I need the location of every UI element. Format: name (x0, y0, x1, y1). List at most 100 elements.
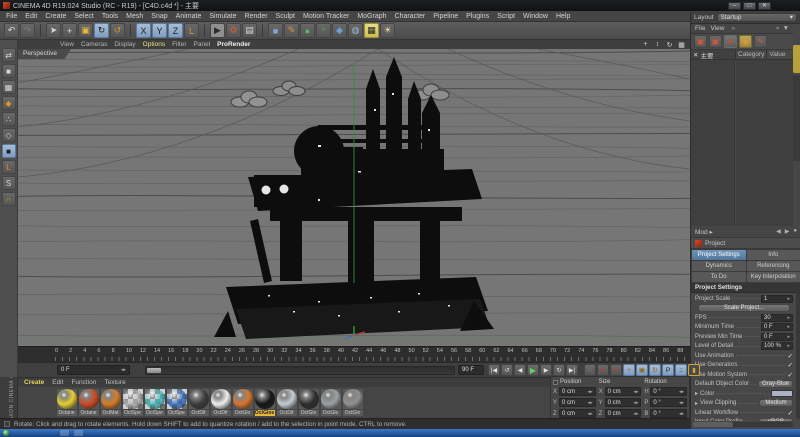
texture-mode-icon[interactable]: ▦ (2, 80, 16, 94)
key-pla-toggle[interactable]: :: (675, 364, 687, 376)
menu-select[interactable]: Select (73, 13, 94, 20)
menu-edit[interactable]: Edit (24, 13, 38, 20)
viewport-menu-panel[interactable]: Panel (194, 41, 211, 48)
take-menu-file[interactable]: File (695, 25, 705, 32)
timeline-slider-handle[interactable] (147, 368, 161, 373)
material-item[interactable]: Octane (56, 389, 77, 416)
new-take-icon[interactable]: ▣ (709, 35, 722, 48)
attribute-hscrollbar[interactable] (693, 422, 793, 427)
render-queue-icon[interactable]: ▤ (242, 23, 257, 38)
material-thumbnail[interactable] (79, 389, 99, 409)
coord-value-field[interactable]: 0 cm◂▸ (559, 409, 596, 418)
material-thumbnail[interactable] (123, 389, 143, 409)
chevron-right-icon[interactable]: ▸ (695, 400, 698, 407)
material-item[interactable]: OctDif (210, 389, 231, 416)
material-thumbnail[interactable] (101, 389, 121, 409)
environment-icon[interactable]: ◍ (348, 23, 363, 38)
menu-motion-tracker[interactable]: Motion Tracker (302, 13, 350, 20)
material-item[interactable]: OctSpe (144, 389, 165, 416)
search-icon[interactable]: ⌕ (776, 25, 780, 33)
material-thumbnail[interactable] (145, 389, 165, 409)
pan-view-icon[interactable]: + (641, 41, 650, 49)
checkbox-checked[interactable]: ✓ (788, 409, 793, 417)
take-menu-view[interactable]: View (710, 25, 724, 32)
take-icon[interactable]: ▣ (694, 35, 707, 48)
field-button-medium[interactable]: Medium (759, 399, 793, 407)
viewport-menu-display[interactable]: Display (114, 41, 135, 48)
render-view-icon[interactable]: ▶ (210, 23, 225, 38)
render-settings-icon[interactable]: ⚙ (226, 23, 241, 38)
column-category[interactable]: Category (735, 50, 766, 59)
magnet-snap-icon[interactable]: ∩ (2, 192, 16, 206)
coord-value-field[interactable]: 0 cm◂▸ (605, 387, 642, 396)
filter-icon[interactable]: ▼ (783, 25, 789, 33)
chevron-right-icon[interactable]: ▸ (695, 390, 698, 397)
close-icon[interactable]: ✕ (693, 51, 698, 59)
coord-value-field[interactable]: 0 °◂▸ (650, 398, 687, 407)
lock-z-axis-icon[interactable]: Z (168, 23, 183, 38)
material-item[interactable]: OctDif (276, 389, 297, 416)
enable-snap-icon[interactable]: S (2, 176, 16, 190)
material-thumbnail[interactable] (321, 389, 341, 409)
menu-help[interactable]: Help (555, 13, 571, 20)
viewport-menu-cameras[interactable]: Cameras (81, 41, 107, 48)
layout-select[interactable]: Startup ▾ (717, 13, 797, 22)
tab-referencing[interactable]: Referencing (747, 261, 800, 271)
material-item[interactable]: OctGlos (254, 389, 275, 416)
checkbox-checked[interactable]: ✓ (788, 361, 793, 369)
menu-render[interactable]: Render (244, 13, 269, 20)
minimize-button[interactable]: – (728, 2, 741, 10)
viewport-menu-options[interactable]: Options (143, 41, 165, 48)
lock-icon[interactable]: ● (793, 228, 797, 235)
coord-value-field[interactable]: 0 cm◂▸ (605, 398, 642, 407)
menu-simulate[interactable]: Simulate (208, 13, 237, 20)
field-button-gray-blue[interactable]: Gray-Blue (758, 380, 793, 388)
viewport-tab-perspective[interactable]: Perspective (18, 49, 71, 59)
windows-taskbar[interactable] (0, 429, 800, 437)
polygons-mode-icon[interactable]: ■ (2, 144, 16, 158)
menu-snap[interactable]: Snap (150, 13, 168, 20)
key-parameter-toggle[interactable]: P (662, 364, 674, 376)
toggle-views-icon[interactable]: ▦ (677, 41, 686, 49)
camera-icon[interactable]: ▦ (364, 23, 379, 38)
next-key-button[interactable]: ↻ (553, 364, 565, 376)
tab-key-interpolation[interactable]: Key Interpolation (747, 272, 800, 282)
previous-key-button[interactable]: ↺ (501, 364, 513, 376)
tab-project-settings[interactable]: Project Settings (692, 250, 746, 260)
coord-checkbox[interactable] (553, 380, 558, 385)
record-keyframe-button[interactable]: ● (597, 364, 609, 376)
add-cube-icon[interactable]: ■ (268, 23, 283, 38)
menu-pipeline[interactable]: Pipeline (432, 13, 459, 20)
material-menu-function[interactable]: Function (71, 379, 96, 386)
material-thumbnail[interactable] (299, 389, 319, 409)
column-value[interactable]: Value (766, 50, 793, 59)
material-menu-edit[interactable]: Edit (52, 379, 63, 386)
key-scale-toggle[interactable]: ▣ (636, 364, 648, 376)
coord-value-field[interactable]: 0 °◂▸ (650, 409, 687, 418)
key-rotation-toggle[interactable]: ↻ (649, 364, 661, 376)
workplane-mode-icon[interactable]: ◆ (2, 96, 16, 110)
material-thumbnail[interactable] (233, 389, 253, 409)
attribute-vscrollbar[interactable] (796, 292, 800, 419)
title-bar[interactable]: CINEMA 4D R19.024 Studio (RC - R19) - [C… (0, 0, 800, 11)
light-icon[interactable]: ☀ (380, 23, 395, 38)
deformers-icon[interactable]: ◆ (332, 23, 347, 38)
checkbox-checked[interactable]: ✓ (788, 371, 793, 379)
current-frame-field[interactable]: 0 F◂▸ (57, 365, 130, 375)
back-icon[interactable]: ◀ (776, 228, 781, 235)
end-frame-field[interactable]: 90 F (458, 365, 484, 375)
coord-value-field[interactable]: 0 cm◂▸ (559, 398, 596, 407)
tab-info[interactable]: Info (747, 250, 800, 260)
make-editable-icon[interactable]: ⇄ (2, 48, 16, 62)
material-item[interactable]: Octane (78, 389, 99, 416)
maximize-button[interactable]: □ (743, 2, 756, 10)
material-thumbnail[interactable] (277, 389, 297, 409)
next-frame-button[interactable]: ▶ (540, 364, 552, 376)
field-value[interactable]: 1▸ (761, 295, 793, 303)
minimized-ui-toggle[interactable]: ▮ (688, 364, 700, 376)
viewport-menu-view[interactable]: View (60, 41, 74, 48)
key-position-toggle[interactable]: + (623, 364, 635, 376)
goto-end-button[interactable]: ▶| (566, 364, 578, 376)
take-item-main[interactable]: ✕ 主要 (691, 50, 735, 60)
material-item[interactable]: OctDif (188, 389, 209, 416)
